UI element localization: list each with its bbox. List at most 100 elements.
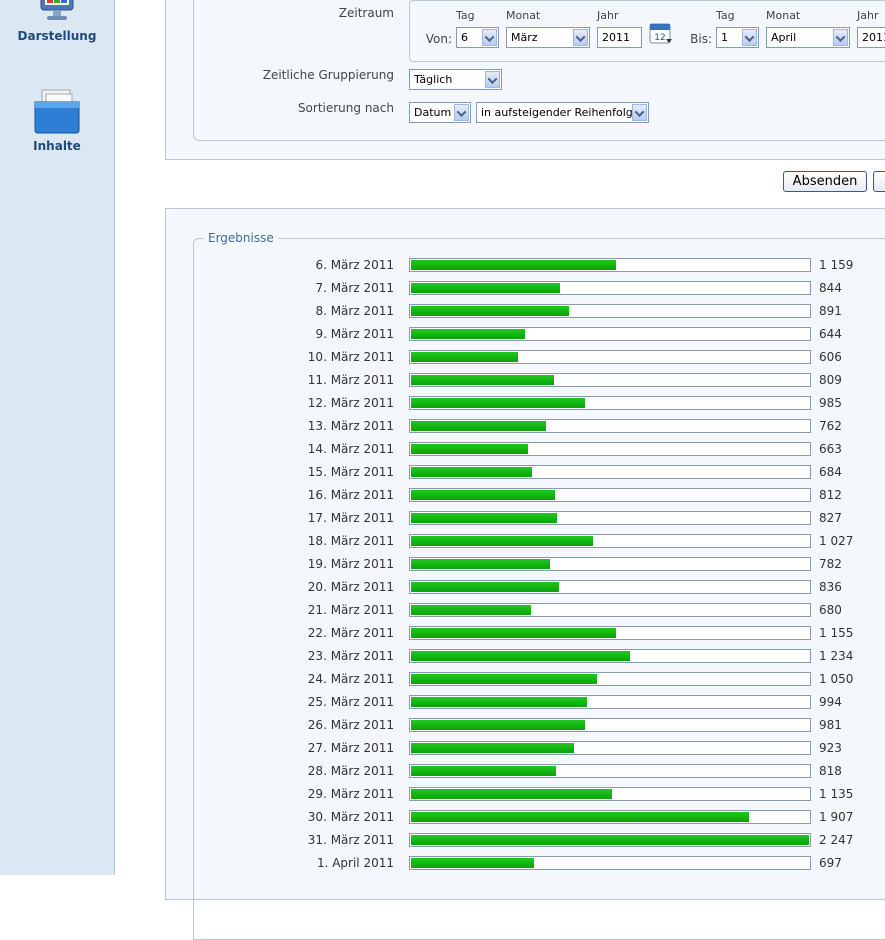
bar-track <box>409 465 811 479</box>
row-value-label: 809 <box>819 373 842 387</box>
row-value-label: 762 <box>819 419 842 433</box>
table-row: 31. März 2011 2 247 <box>166 832 885 848</box>
bar-fill <box>411 513 557 523</box>
von-label: Von: <box>425 32 452 46</box>
row-date-label: 6. März 2011 <box>315 258 394 272</box>
reset-button[interactable] <box>873 171 885 192</box>
bar-fill <box>411 559 550 569</box>
von-jahr-input[interactable]: 2011 <box>597 27 642 48</box>
table-row: 8. März 2011 891 <box>166 303 885 319</box>
row-value-label: 1 159 <box>819 258 854 272</box>
row-date-label: 24. März 2011 <box>307 672 394 686</box>
bis-tag-label: Tag <box>716 9 735 22</box>
bar-fill <box>411 835 809 845</box>
row-value-label: 836 <box>819 580 842 594</box>
sortierung-order-select[interactable]: in aufsteigender Reihenfolge <box>476 102 649 123</box>
row-value-label: 844 <box>819 281 842 295</box>
bar-fill <box>411 812 749 822</box>
von-monat-select[interactable]: März <box>506 27 590 48</box>
bar-fill <box>411 743 574 753</box>
sidebar-item-inhalte[interactable]: Inhalte <box>0 88 114 153</box>
row-value-label: 1 050 <box>819 672 854 686</box>
bis-monat-label: Monat <box>766 9 801 22</box>
bar-track <box>409 856 811 870</box>
table-row: 18. März 2011 1 027 <box>166 533 885 549</box>
von-monat-value: März <box>511 31 538 44</box>
row-date-label: 17. März 2011 <box>307 511 394 525</box>
chevron-down-icon <box>833 29 848 46</box>
row-date-label: 15. März 2011 <box>307 465 394 479</box>
row-value-label: 818 <box>819 764 842 778</box>
bar-track <box>409 327 811 341</box>
row-value-label: 1 907 <box>819 810 854 824</box>
main-content: Zeitraum Tag Monat Jahr Von: 6 März 2011… <box>115 0 885 940</box>
bar-track <box>409 304 811 318</box>
row-date-label: 25. März 2011 <box>307 695 394 709</box>
sidebar-item-darstellung[interactable]: Darstellung <box>0 0 114 43</box>
bar-fill <box>411 789 612 799</box>
table-row: 14. März 2011 663 <box>166 441 885 457</box>
table-row: 1. April 2011 697 <box>166 855 885 871</box>
row-value-label: 994 <box>819 695 842 709</box>
sidebar-item-label: Inhalte <box>33 139 81 153</box>
von-monat-label: Monat <box>506 9 541 22</box>
von-tag-select[interactable]: 6 <box>456 27 499 48</box>
calendar-day-number: 12 <box>654 33 665 43</box>
row-date-label: 10. März 2011 <box>307 350 394 364</box>
bar-track <box>409 511 811 525</box>
bar-fill <box>411 766 556 776</box>
chevron-down-icon <box>485 71 500 88</box>
bar-fill <box>411 582 559 592</box>
bis-tag-value: 1 <box>721 31 728 44</box>
table-row: 24. März 2011 1 050 <box>166 671 885 687</box>
table-row: 29. März 2011 1 135 <box>166 786 885 802</box>
table-row: 9. März 2011 644 <box>166 326 885 342</box>
row-value-label: 1 155 <box>819 626 854 640</box>
bar-track <box>409 649 811 663</box>
bar-track <box>409 258 811 272</box>
sortierung-field-select[interactable]: Datum <box>409 102 471 123</box>
bar-track <box>409 396 811 410</box>
gruppierung-select[interactable]: Täglich <box>409 69 502 90</box>
chevron-down-icon <box>632 104 647 121</box>
bar-track <box>409 626 811 640</box>
submit-button[interactable]: Absenden <box>783 171 867 192</box>
row-date-label: 20. März 2011 <box>307 580 394 594</box>
bis-tag-select[interactable]: 1 <box>716 27 759 48</box>
row-value-label: 1 027 <box>819 534 854 548</box>
row-date-label: 21. März 2011 <box>307 603 394 617</box>
table-row: 23. März 2011 1 234 <box>166 648 885 664</box>
sidebar: Darstellung Inhalte <box>0 0 115 875</box>
bar-fill <box>411 352 518 362</box>
bar-fill <box>411 283 560 293</box>
bar-track <box>409 603 811 617</box>
bis-monat-value: April <box>771 31 797 44</box>
bis-monat-select[interactable]: April <box>766 27 850 48</box>
bar-fill <box>411 858 534 868</box>
row-value-label: 812 <box>819 488 842 502</box>
row-value-label: 2 247 <box>819 833 854 847</box>
bar-track <box>409 672 811 686</box>
bar-fill <box>411 674 597 684</box>
row-date-label: 11. März 2011 <box>307 373 394 387</box>
row-date-label: 27. März 2011 <box>307 741 394 755</box>
row-date-label: 13. März 2011 <box>307 419 394 433</box>
table-row: 21. März 2011 680 <box>166 602 885 618</box>
chevron-down-icon <box>742 29 757 46</box>
von-tag-value: 6 <box>461 31 468 44</box>
row-date-label: 28. März 2011 <box>307 764 394 778</box>
table-row: 7. März 2011 844 <box>166 280 885 296</box>
row-date-label: 12. März 2011 <box>307 396 394 410</box>
bis-jahr-input[interactable]: 2011 <box>857 27 885 48</box>
row-date-label: 19. März 2011 <box>307 557 394 571</box>
row-value-label: 644 <box>819 327 842 341</box>
calendar-icon[interactable]: 12 <box>649 21 673 45</box>
bar-fill <box>411 260 616 270</box>
bar-fill <box>411 398 585 408</box>
table-row: 16. März 2011 812 <box>166 487 885 503</box>
bar-track <box>409 534 811 548</box>
table-row: 6. März 2011 1 159 <box>166 257 885 273</box>
row-date-label: 7. März 2011 <box>315 281 394 295</box>
row-value-label: 606 <box>819 350 842 364</box>
bar-fill <box>411 720 585 730</box>
